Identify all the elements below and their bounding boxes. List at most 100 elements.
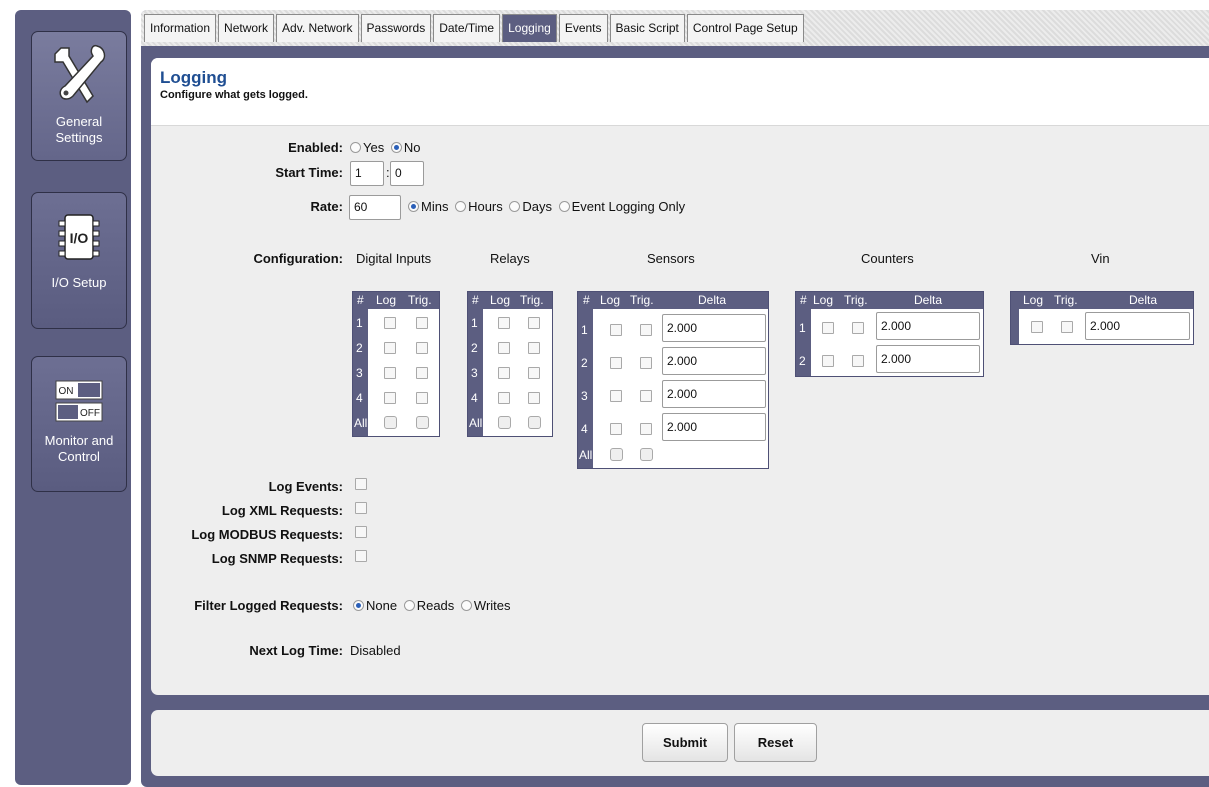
sensor-4-delta-input[interactable]: 2.000 — [662, 413, 766, 441]
log-xml-checkbox[interactable] — [355, 502, 367, 514]
rate-event-only-radio[interactable] — [558, 201, 570, 212]
relays-table: # Log Trig. 1 2 3 4 All — [467, 291, 553, 437]
enabled-yes-radio[interactable] — [350, 142, 361, 153]
sidebar: General Settings I/O I/O Setup ON OFF Mo… — [15, 10, 131, 785]
di-3-log-checkbox[interactable] — [384, 367, 396, 379]
filter-none-radio[interactable] — [353, 600, 364, 611]
relay-row-4: 4 — [471, 391, 478, 405]
sensor-2-delta-input[interactable]: 2.000 — [662, 347, 766, 375]
di-row-all: All — [354, 416, 368, 430]
tab-basic-script[interactable]: Basic Script — [609, 14, 685, 42]
di-1-log-checkbox[interactable] — [384, 317, 396, 329]
relay-2-log-checkbox[interactable] — [498, 342, 510, 354]
counters-table: # Log Trig. Delta 1 2 2.000 2.000 — [795, 291, 984, 377]
di-1-trig-checkbox[interactable] — [416, 317, 428, 329]
monitor-control-label-1: Monitor and — [44, 433, 114, 448]
tab-adv-network[interactable]: Adv. Network — [276, 14, 359, 42]
start-minute-input[interactable]: 0 — [390, 161, 424, 186]
sensor-2-log-checkbox[interactable] — [610, 357, 622, 369]
reset-button[interactable]: Reset — [734, 723, 817, 762]
counter-2-delta-input[interactable]: 2.000 — [876, 345, 980, 373]
submit-button[interactable]: Submit — [642, 723, 728, 762]
relay-1-trig-checkbox[interactable] — [528, 317, 540, 329]
di-3-trig-checkbox[interactable] — [416, 367, 428, 379]
filter-none-label: None — [366, 598, 398, 613]
counter-col-trig: Trig. — [844, 293, 868, 307]
monitor-control-button[interactable]: ON OFF Monitor and Control — [31, 356, 127, 492]
rate-mins-label: Mins — [421, 199, 449, 214]
relay-row-all: All — [469, 416, 483, 430]
tab-control-page-setup[interactable]: Control Page Setup — [686, 14, 804, 42]
rate-event-only-label: Event Logging Only — [571, 199, 686, 214]
relay-4-trig-checkbox[interactable] — [528, 392, 540, 404]
counter-2-trig-checkbox[interactable] — [852, 355, 864, 367]
relay-2-trig-checkbox[interactable] — [528, 342, 540, 354]
rate-days-radio[interactable] — [509, 201, 521, 212]
tab-passwords[interactable]: Passwords — [360, 14, 432, 42]
sensor-4-trig-checkbox[interactable] — [640, 423, 652, 435]
sensors-header: # Log Trig. Delta — [578, 292, 768, 309]
di-4-log-checkbox[interactable] — [384, 392, 396, 404]
sensor-row-4: 4 — [581, 422, 588, 436]
filter-reads-radio[interactable] — [403, 600, 415, 611]
monitor-control-label-2: Control — [58, 449, 100, 464]
sensor-3-trig-checkbox[interactable] — [640, 390, 652, 402]
enabled-no-label: No — [403, 140, 421, 155]
vin-delta-input[interactable]: 2.000 — [1085, 312, 1190, 340]
rate-days-label: Days — [522, 199, 553, 214]
log-snmp-label: Log SNMP Requests: — [211, 551, 343, 566]
relays-header: # Log Trig. — [468, 292, 552, 309]
counter-1-log-checkbox[interactable] — [822, 322, 834, 334]
filter-label: Filter Logged Requests: — [194, 598, 343, 613]
tab-network[interactable]: Network — [218, 14, 275, 42]
sensors-title: Sensors — [647, 251, 695, 266]
counter-1-delta-input[interactable]: 2.000 — [876, 312, 980, 340]
vin-col-trig: Trig. — [1054, 293, 1078, 307]
sensor-4-log-checkbox[interactable] — [610, 423, 622, 435]
start-time-label: Start Time: — [275, 165, 343, 180]
log-events-checkbox[interactable] — [355, 478, 367, 490]
di-4-trig-checkbox[interactable] — [416, 392, 428, 404]
tab-events[interactable]: Events — [558, 14, 608, 42]
relay-1-log-checkbox[interactable] — [498, 317, 510, 329]
vin-trig-checkbox[interactable] — [1061, 321, 1073, 333]
counter-2-log-checkbox[interactable] — [822, 355, 834, 367]
sensor-3-delta-input[interactable]: 2.000 — [662, 380, 766, 408]
rate-hours-radio[interactable] — [455, 201, 467, 212]
sensor-1-log-checkbox[interactable] — [610, 324, 622, 336]
sensor-2-trig-checkbox[interactable] — [640, 357, 652, 369]
di-row-3: 3 — [356, 366, 363, 380]
di-2-log-checkbox[interactable] — [384, 342, 396, 354]
tab-logging[interactable]: Logging — [502, 14, 557, 42]
start-hour-input[interactable]: 1 — [350, 161, 384, 186]
sensor-3-log-checkbox[interactable] — [610, 390, 622, 402]
counter-col-log: Log — [813, 293, 834, 307]
relay-all-trig-button[interactable] — [528, 416, 541, 429]
log-snmp-checkbox[interactable] — [355, 550, 367, 562]
sensor-1-delta-input[interactable]: 2.000 — [662, 314, 766, 342]
general-settings-button[interactable]: General Settings — [31, 31, 127, 161]
sensor-all-trig-button[interactable] — [640, 448, 653, 461]
di-all-log-button[interactable] — [384, 416, 397, 429]
rate-mins-radio[interactable] — [408, 201, 419, 212]
filter-writes-radio[interactable] — [460, 600, 472, 611]
di-all-trig-button[interactable] — [416, 416, 429, 429]
sensor-1-trig-checkbox[interactable] — [640, 324, 652, 336]
relay-all-log-button[interactable] — [498, 416, 511, 429]
tab-information[interactable]: Information — [144, 14, 217, 42]
enabled-no-radio[interactable] — [390, 142, 402, 153]
di-col-num: # — [357, 293, 364, 307]
vin-log-checkbox[interactable] — [1031, 321, 1043, 333]
relay-3-log-checkbox[interactable] — [498, 367, 510, 379]
sensor-col-delta: Delta — [698, 293, 727, 307]
chip-text: I/O — [70, 230, 89, 246]
sensor-all-log-button[interactable] — [610, 448, 623, 461]
rate-input[interactable]: 60 — [349, 195, 401, 220]
io-setup-button[interactable]: I/O I/O Setup — [31, 192, 127, 329]
tab-date-time[interactable]: Date/Time — [433, 14, 501, 42]
di-2-trig-checkbox[interactable] — [416, 342, 428, 354]
log-modbus-checkbox[interactable] — [355, 526, 367, 538]
relay-4-log-checkbox[interactable] — [498, 392, 510, 404]
counter-1-trig-checkbox[interactable] — [852, 322, 864, 334]
relay-3-trig-checkbox[interactable] — [528, 367, 540, 379]
